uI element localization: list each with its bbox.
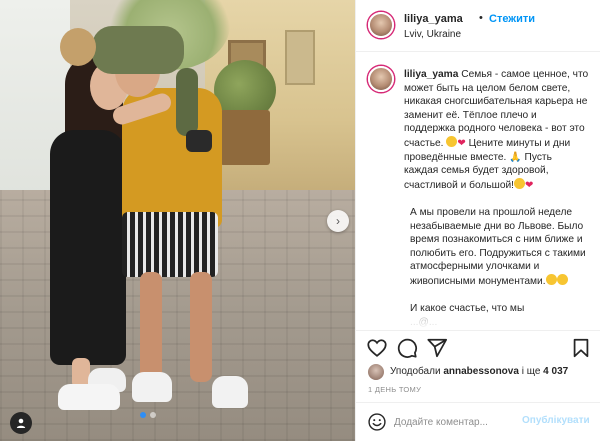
post-location[interactable]: Lviv, Ukraine <box>404 29 461 40</box>
likes-text: Уподобали annabessonova і ще 4 037 <box>390 366 568 377</box>
post-actions <box>356 330 600 364</box>
post-author-username[interactable]: liliya_yama <box>404 13 463 25</box>
liker-username[interactable]: annabessonova <box>443 366 519 377</box>
photo-planter <box>220 110 270 165</box>
photo-man-leg <box>190 272 212 382</box>
post-side-panel: liliya_yama • Стежити Lviv, Ukraine lili… <box>355 0 600 441</box>
comment-button[interactable] <box>396 337 418 359</box>
post-header: liliya_yama • Стежити Lviv, Ukraine <box>356 0 600 52</box>
photo-man-leg <box>140 272 162 382</box>
caption-text: Семья - самое ценное, что может быть на … <box>404 69 589 149</box>
post-caption: liliya_yama Семья - самое ценное, что мо… <box>404 68 589 330</box>
smiling-face-icon <box>446 135 458 147</box>
smiling-face-icon <box>514 177 526 189</box>
like-button[interactable] <box>366 337 388 359</box>
likes-count[interactable]: 4 037 <box>543 366 568 377</box>
smiling-face-icon <box>545 273 557 285</box>
caption-fade <box>356 316 600 330</box>
post-photo[interactable]: › <box>0 0 355 441</box>
photo-window <box>285 30 315 85</box>
caption-scroll-area[interactable]: liliya_yama Семья - самое ценное, что мо… <box>356 52 600 330</box>
post-comment-button[interactable]: Опублікувати <box>522 415 590 426</box>
share-button[interactable] <box>426 337 448 359</box>
heart-eyes-emoji-icon <box>556 273 568 285</box>
heart-outline-icon <box>367 339 387 357</box>
carousel-dots <box>140 412 156 418</box>
avatar[interactable] <box>368 12 394 38</box>
avatar[interactable] <box>368 66 394 92</box>
smiley-icon[interactable] <box>367 412 387 432</box>
photo-man-shoe <box>132 372 172 402</box>
comment-bubble-icon <box>397 338 418 358</box>
photo-kid-shoe <box>186 130 212 152</box>
follow-button[interactable]: Стежити <box>489 13 535 25</box>
likes-prefix: Уподобали <box>390 366 441 377</box>
photo-woman-shoe <box>58 384 120 410</box>
post-timestamp[interactable]: 1 ДЕНЬ ТОМУ <box>368 385 421 394</box>
chevron-right-icon: › <box>336 214 340 228</box>
bookmark-icon <box>573 338 589 358</box>
heart-emoji-icon: ❤ <box>525 179 534 191</box>
photo-man-shoe <box>212 376 248 408</box>
caption-text: И какое счастье, что мы <box>410 303 525 315</box>
user-tag-button[interactable] <box>10 412 32 434</box>
photo-kid-head <box>60 28 96 66</box>
carousel-dot-active <box>140 412 146 418</box>
photo-kid-body <box>92 26 184 74</box>
save-button[interactable] <box>570 337 592 359</box>
photo-woman-dress <box>50 130 126 365</box>
pray-emoji-icon: 🙏 <box>509 151 522 163</box>
paper-plane-icon <box>427 338 448 358</box>
likes-summary: Уподобали annabessonova і ще 4 037 <box>356 364 600 382</box>
user-tag-icon <box>16 418 26 428</box>
comment-form: Опублікувати <box>356 402 600 441</box>
liker-avatar[interactable] <box>368 364 384 380</box>
likes-suffix: і ще <box>521 366 541 377</box>
photo-kid-leg <box>176 68 198 136</box>
heart-emoji-icon: ❤ <box>457 137 466 149</box>
carousel-next-button[interactable]: › <box>327 210 349 232</box>
photo-man-shorts <box>122 212 218 277</box>
header-separator: • <box>479 12 483 24</box>
carousel-dot <box>150 412 156 418</box>
caption-username[interactable]: liliya_yama <box>404 69 458 80</box>
